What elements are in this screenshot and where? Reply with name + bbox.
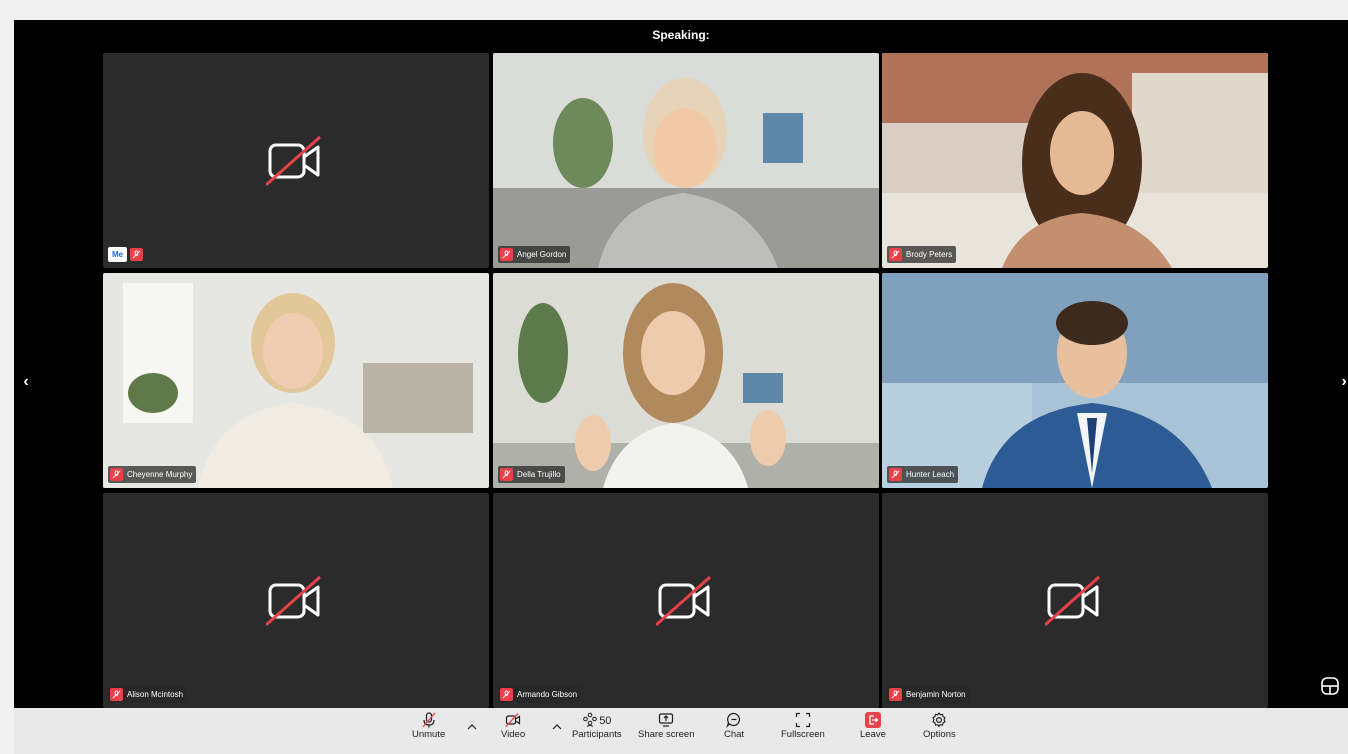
- chat-button[interactable]: Chat: [724, 712, 744, 740]
- video-tile-hunter-leach[interactable]: Hunter Leach: [882, 273, 1268, 488]
- tile-label: Della Trujillo: [498, 466, 565, 483]
- mic-muted-icon: [500, 468, 513, 481]
- camera-off-icon: [266, 575, 321, 626]
- tile-label: Cheyenne Murphy: [108, 466, 197, 483]
- video-tile-della-trujillo[interactable]: Della Trujillo: [493, 273, 879, 488]
- name-chip: Alison Mcintosh: [108, 686, 188, 703]
- participant-name: Alison Mcintosh: [127, 690, 184, 699]
- participants-count: 50: [599, 714, 612, 727]
- tile-label: Me: [108, 246, 144, 263]
- options-label: Options: [923, 729, 956, 740]
- fullscreen-button[interactable]: Fullscreen: [781, 712, 825, 740]
- gear-icon: [932, 712, 946, 728]
- share-screen-label: Share screen: [638, 729, 695, 740]
- participant-video: [103, 273, 489, 488]
- participant-video: [882, 53, 1268, 268]
- name-chip: Cheyenne Murphy: [108, 466, 197, 483]
- participant-video: [493, 273, 879, 488]
- mic-off-icon: [422, 712, 436, 728]
- mic-muted-icon: [110, 468, 123, 481]
- participant-name: Angel Gordon: [517, 250, 567, 259]
- tile-label: Angel Gordon: [498, 246, 571, 263]
- mic-muted-icon: [130, 248, 144, 261]
- video-tile-brody-peters[interactable]: Brody Peters: [882, 53, 1268, 268]
- layout-icon[interactable]: [1320, 676, 1340, 696]
- name-chip: Della Trujillo: [498, 466, 565, 483]
- chat-label: Chat: [724, 729, 745, 740]
- video-button[interactable]: Video: [501, 712, 525, 740]
- leave-icon: [864, 712, 881, 728]
- options-button[interactable]: Options: [923, 712, 956, 740]
- tile-label: Armando Gibson: [498, 686, 582, 703]
- name-chip: Brody Peters: [887, 246, 957, 263]
- name-chip: Armando Gibson: [498, 686, 582, 703]
- tile-label: Benjamin Norton: [887, 686, 970, 703]
- video-tile-alison-mcintosh[interactable]: Alison Mcintosh: [103, 493, 489, 708]
- mic-muted-icon: [889, 468, 902, 481]
- fullscreen-label: Fullscreen: [781, 729, 825, 740]
- leave-button[interactable]: Leave: [860, 712, 886, 740]
- tile-label: Hunter Leach: [887, 466, 959, 483]
- participant-name: Benjamin Norton: [906, 690, 966, 699]
- speaking-indicator: Speaking:: [652, 28, 710, 42]
- unmute-label: Unmute: [412, 729, 446, 740]
- participant-name: Hunter Leach: [906, 470, 955, 479]
- unmute-button[interactable]: Unmute: [412, 712, 445, 740]
- video-tile-angel-gordon[interactable]: Angel Gordon: [493, 53, 879, 268]
- leave-label: Leave: [860, 729, 886, 740]
- share-screen-icon: [659, 713, 674, 727]
- tile-label: Alison Mcintosh: [108, 686, 188, 703]
- participant-video: [493, 53, 879, 268]
- mic-muted-icon: [110, 688, 123, 701]
- meeting-toolbar: Unmute Video 50 Participants Share scree…: [14, 708, 1348, 754]
- chat-icon: [726, 712, 741, 728]
- camera-off-icon: [656, 575, 711, 626]
- participants-label: Participants: [572, 729, 622, 740]
- name-chip: Benjamin Norton: [887, 686, 970, 703]
- video-tile-cheyenne-murphy[interactable]: Cheyenne Murphy: [103, 273, 489, 488]
- mic-muted-icon: [889, 688, 902, 701]
- participant-name: Armando Gibson: [517, 690, 578, 699]
- participant-name: Della Trujillo: [517, 470, 561, 479]
- participant-name: Brody Peters: [906, 250, 953, 259]
- me-badge: Me: [108, 247, 128, 262]
- meeting-window: Speaking: ‹ › Me Angel Gordon Brody Pete…: [14, 20, 1348, 754]
- next-page-button[interactable]: ›: [1334, 372, 1348, 392]
- participant-name: Cheyenne Murphy: [127, 470, 193, 479]
- share-screen-button[interactable]: Share screen: [638, 712, 695, 740]
- fullscreen-icon: [795, 712, 811, 728]
- video-off-icon: [505, 713, 521, 727]
- mic-muted-icon: [500, 248, 513, 261]
- previous-page-button[interactable]: ‹: [16, 372, 36, 392]
- camera-off-icon: [1045, 575, 1100, 626]
- participants-button[interactable]: 50 Participants: [572, 712, 622, 740]
- camera-off-icon: [266, 135, 321, 186]
- mic-muted-icon: [889, 248, 902, 261]
- name-chip: Angel Gordon: [498, 246, 571, 263]
- tile-label: Brody Peters: [887, 246, 957, 263]
- audio-options-chevron-icon[interactable]: [466, 722, 478, 732]
- name-chip: Hunter Leach: [887, 466, 959, 483]
- video-tile-benjamin-norton[interactable]: Benjamin Norton: [882, 493, 1268, 708]
- video-tile-self[interactable]: Me: [103, 53, 489, 268]
- mic-muted-icon: [500, 688, 513, 701]
- participants-icon: [583, 712, 597, 727]
- video-options-chevron-icon[interactable]: [551, 722, 563, 732]
- participant-video: [882, 273, 1268, 488]
- video-label: Video: [501, 729, 526, 740]
- video-tile-armando-gibson[interactable]: Armando Gibson: [493, 493, 879, 708]
